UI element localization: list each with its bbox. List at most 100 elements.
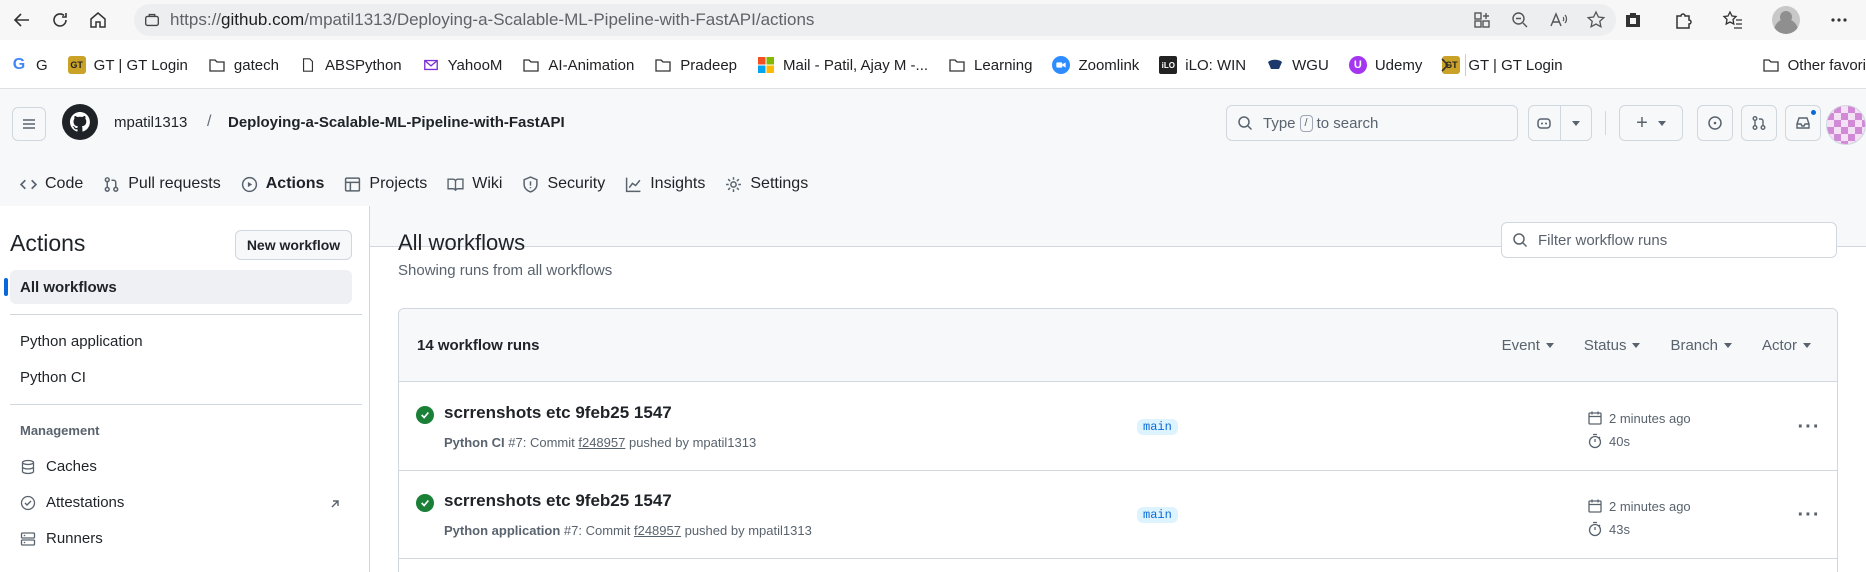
- github-logo-icon[interactable]: [62, 104, 98, 140]
- bookmark-ai-animation[interactable]: AI-Animation: [512, 50, 644, 80]
- favorite-star-icon[interactable]: [1586, 10, 1606, 30]
- ilo-icon: iLO: [1159, 56, 1178, 74]
- sidebar-item-runners[interactable]: Runners: [20, 530, 103, 547]
- bookmark-pradeep[interactable]: Pradeep: [644, 50, 747, 80]
- bookmark-gt-login[interactable]: GT GT | GT Login: [58, 50, 198, 80]
- puzzle-icon[interactable]: [1672, 9, 1694, 31]
- sidebar-item-attestations[interactable]: Attestations: [20, 494, 124, 511]
- menu-button[interactable]: [12, 107, 46, 141]
- page-icon: [299, 56, 317, 74]
- event-filter-dropdown[interactable]: Event: [1502, 337, 1554, 354]
- back-button[interactable]: [6, 4, 38, 36]
- sidebar-item-python-application[interactable]: Python application: [20, 333, 143, 350]
- refresh-icon: [53, 13, 67, 27]
- commit-sha-link[interactable]: f248957: [634, 523, 681, 538]
- stopwatch-icon: [1588, 433, 1602, 449]
- notification-dot: [1809, 108, 1818, 117]
- gt-icon: GT: [67, 56, 86, 74]
- inbox-button[interactable]: [1785, 105, 1821, 141]
- favorites-icon[interactable]: [1722, 9, 1744, 31]
- bookmark-learning[interactable]: Learning: [938, 50, 1042, 80]
- app-available-icon[interactable]: [1472, 10, 1492, 30]
- zoom-out-icon[interactable]: [1510, 10, 1530, 30]
- branch-badge[interactable]: main: [1137, 507, 1178, 523]
- back-arrow-icon: [13, 13, 29, 27]
- workflow-run-row[interactable]: scrrenshots etc 9feb25 1547 Python appli…: [399, 471, 1837, 559]
- bookmark-other-favorites[interactable]: Other favori: [1754, 48, 1866, 82]
- shield-icon: [523, 175, 539, 193]
- issues-button[interactable]: [1697, 105, 1733, 141]
- bookmark-ilo-win[interactable]: iLO iLO: WIN: [1149, 50, 1256, 80]
- extension-icon[interactable]: [1622, 9, 1644, 31]
- refresh-button[interactable]: [44, 4, 76, 36]
- new-workflow-button[interactable]: New workflow: [235, 230, 352, 260]
- branch-filter-dropdown[interactable]: Branch: [1670, 337, 1732, 354]
- bookmark-gatech[interactable]: gatech: [198, 50, 289, 80]
- tab-settings[interactable]: Settings: [715, 161, 818, 207]
- sidebar-divider: [10, 404, 362, 405]
- repo-path-separator: /: [207, 113, 212, 130]
- tab-wiki[interactable]: Wiki: [437, 161, 512, 207]
- user-avatar[interactable]: [1826, 105, 1866, 145]
- branch-badge[interactable]: main: [1137, 419, 1178, 435]
- server-icon: [20, 531, 36, 546]
- run-title-link[interactable]: scrrenshots etc 9feb25 1547: [444, 403, 672, 423]
- bookmark-yahoom[interactable]: YahooM: [412, 50, 513, 80]
- tab-pull-requests[interactable]: Pull requests: [93, 161, 231, 207]
- sidebar-item-caches[interactable]: Caches: [20, 458, 97, 475]
- copilot-dropdown-button[interactable]: [1559, 106, 1591, 140]
- bookmark-google[interactable]: G G: [0, 50, 58, 80]
- udemy-icon: U: [1348, 56, 1367, 74]
- success-check-icon: [416, 406, 434, 424]
- bookmark-mail-patil[interactable]: Mail - Patil, Ajay M -...: [747, 50, 938, 80]
- runs-count: 14 workflow runs: [417, 337, 540, 354]
- tab-actions[interactable]: Actions: [231, 161, 335, 209]
- pull-request-icon: [1752, 116, 1766, 130]
- home-button[interactable]: [82, 4, 114, 36]
- run-title-link[interactable]: scrrenshots etc 9feb25 1547: [444, 491, 672, 511]
- repo-owner-link[interactable]: mpatil1313: [114, 114, 187, 131]
- more-menu-icon[interactable]: [1828, 9, 1850, 31]
- mail-icon: [422, 56, 440, 74]
- copilot-icon: [1537, 118, 1552, 129]
- bookmark-zoomlink[interactable]: Zoomlink: [1042, 50, 1149, 80]
- repo-name-link[interactable]: Deploying-a-Scalable-ML-Pipeline-with-Fa…: [228, 114, 565, 131]
- sidebar-item-python-ci[interactable]: Python CI: [20, 369, 86, 386]
- tab-code[interactable]: Code: [10, 161, 93, 207]
- read-aloud-icon[interactable]: [1548, 10, 1568, 30]
- address-bar[interactable]: https://github.com/mpatil1313/Deploying-…: [134, 4, 1616, 36]
- workflow-run-row[interactable]: scrrenshots etc 9feb25 1547 Python CI #7…: [399, 383, 1837, 471]
- copilot-button-group: [1528, 105, 1592, 141]
- run-more-options-icon[interactable]: ···: [1795, 501, 1823, 529]
- browser-profile-avatar[interactable]: [1772, 6, 1800, 34]
- run-duration: 40s: [1587, 433, 1630, 449]
- pull-requests-button[interactable]: [1741, 105, 1777, 141]
- folder-icon: [948, 56, 966, 74]
- tab-security[interactable]: Security: [512, 161, 615, 207]
- create-new-button[interactable]: +: [1619, 105, 1683, 141]
- status-filter-dropdown[interactable]: Status: [1584, 337, 1641, 354]
- run-more-options-icon[interactable]: ···: [1795, 413, 1823, 441]
- bookmarks-overflow-icon[interactable]: [1436, 48, 1454, 82]
- bookmark-abspython[interactable]: ABSPython: [289, 50, 412, 80]
- github-search-input[interactable]: Type / to search: [1226, 105, 1518, 141]
- copilot-button[interactable]: [1529, 106, 1560, 140]
- tab-projects[interactable]: Projects: [334, 161, 437, 207]
- run-duration: 43s: [1587, 521, 1630, 537]
- actor-filter-dropdown[interactable]: Actor: [1762, 337, 1811, 354]
- inbox-icon: [1796, 117, 1810, 129]
- slash-key-hint: /: [1299, 114, 1313, 132]
- bookmark-udemy[interactable]: U Udemy: [1339, 50, 1433, 80]
- run-meta: Python application #7: Commit f248957 pu…: [444, 523, 812, 538]
- folder-icon: [1762, 56, 1780, 74]
- calendar-icon: [1588, 411, 1602, 425]
- actions-sidebar: Actions New workflow All workflows Pytho…: [0, 206, 370, 572]
- tab-insights[interactable]: Insights: [615, 161, 715, 207]
- filter-workflow-runs-input[interactable]: Filter workflow runs: [1501, 222, 1837, 258]
- bookmark-wgu[interactable]: WGU: [1256, 50, 1339, 80]
- site-info-icon[interactable]: [142, 10, 162, 30]
- search-icon: [1238, 116, 1253, 131]
- commit-sha-link[interactable]: f248957: [578, 435, 625, 450]
- sidebar-divider: [10, 314, 362, 315]
- sidebar-item-all-workflows[interactable]: All workflows: [4, 270, 352, 304]
